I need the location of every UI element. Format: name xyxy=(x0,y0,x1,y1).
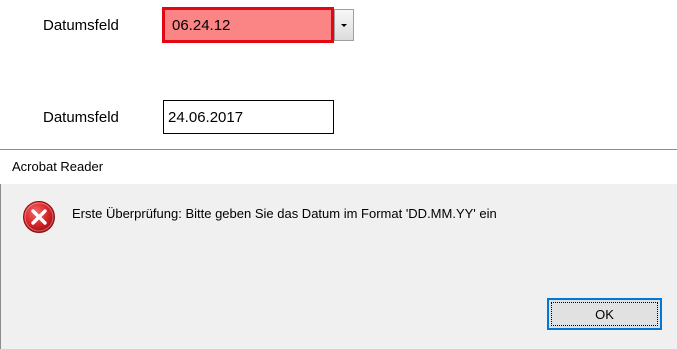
date-field[interactable] xyxy=(163,100,334,134)
ok-button[interactable]: OK xyxy=(547,298,662,330)
date-field-label: Datumsfeld xyxy=(43,17,119,34)
alert-dialog: Acrobat Reader Erste Überprüfung: Bitte … xyxy=(0,149,677,349)
dialog-message: Erste Überprüfung: Bitte geben Sie das D… xyxy=(72,206,497,221)
dialog-body: Erste Überprüfung: Bitte geben Sie das D… xyxy=(0,184,677,349)
date-dropdown-button[interactable] xyxy=(334,9,354,41)
error-icon xyxy=(23,201,55,233)
date-field-invalid[interactable] xyxy=(162,7,334,43)
dialog-title: Acrobat Reader xyxy=(12,159,104,174)
ok-button-label: OK xyxy=(595,306,614,322)
date-field-label-2: Datumsfeld xyxy=(43,109,119,126)
dialog-titlebar[interactable]: Acrobat Reader xyxy=(0,150,677,184)
chevron-down-icon xyxy=(341,23,347,27)
